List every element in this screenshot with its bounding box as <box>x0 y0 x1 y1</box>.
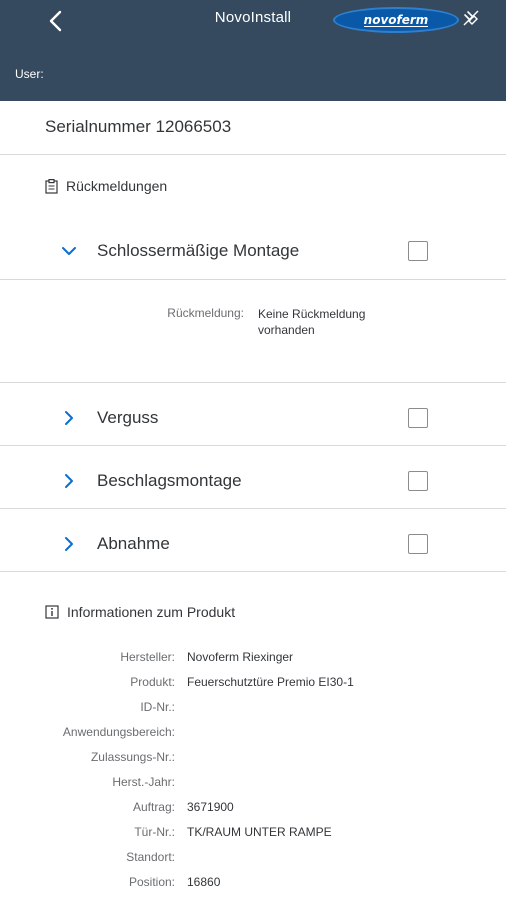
feedback-detail-key: Rückmeldung: <box>167 306 244 320</box>
info-row-position: Position: 16860 <box>0 875 506 900</box>
feedback-item-verguss[interactable]: Verguss <box>0 387 506 449</box>
feedback-section-header: Rückmeldungen <box>45 178 167 194</box>
feedback-item-checkbox[interactable] <box>408 534 428 554</box>
feedback-item-label: Abnahme <box>97 534 170 553</box>
novoferm-logo: novoferm <box>333 7 459 33</box>
info-row-hersteller: Hersteller: Novoferm Riexinger <box>0 650 506 675</box>
info-value: TK/RAUM UNTER RAMPE <box>187 825 332 839</box>
product-info-list: Hersteller: Novoferm Riexinger Produkt: … <box>0 650 506 900</box>
feedback-item-abnahme[interactable]: Abnahme <box>0 513 506 575</box>
feedback-item-schlossermaessige-montage[interactable]: Schlossermäßige Montage <box>0 220 506 282</box>
feedback-item-label: Beschlagsmontage <box>97 471 242 490</box>
info-key: Herst.-Jahr: <box>112 775 175 789</box>
info-row-anwendungsbereich: Anwendungsbereich: <box>0 725 506 750</box>
offline-sync-button[interactable] <box>462 9 480 27</box>
info-key: Zulassungs-Nr.: <box>90 750 175 764</box>
logo-text: novoferm <box>363 12 429 27</box>
feedback-item-label: Verguss <box>97 408 159 427</box>
feedback-item-checkbox[interactable] <box>408 408 428 428</box>
info-value: 16860 <box>187 875 221 889</box>
serial-number: Serialnummer 12066503 <box>45 117 232 136</box>
chevron-down-icon[interactable] <box>61 243 77 259</box>
divider <box>0 154 506 155</box>
clipboard-icon <box>45 178 58 194</box>
chevron-right-icon[interactable] <box>61 536 77 552</box>
product-section-title: Informationen zum Produkt <box>67 604 236 620</box>
info-row-id-nr: ID-Nr.: <box>0 700 506 725</box>
divider <box>0 508 506 509</box>
feedback-item-checkbox[interactable] <box>408 471 428 491</box>
info-value: 3671900 <box>187 800 234 814</box>
user-label: User: <box>15 67 44 81</box>
info-value: Feuerschutztüre Premio EI30-1 <box>187 675 354 689</box>
info-row-zulassungs-nr: Zulassungs-Nr.: <box>0 750 506 775</box>
chevron-right-icon[interactable] <box>61 473 77 489</box>
info-key: Produkt: <box>130 675 175 689</box>
info-key: Tür-Nr.: <box>134 825 175 839</box>
info-row-auftrag: Auftrag: 3671900 <box>0 800 506 825</box>
info-row-herst-jahr: Herst.-Jahr: <box>0 775 506 800</box>
info-key: Standort: <box>126 850 175 864</box>
chevron-right-icon[interactable] <box>61 410 77 426</box>
info-key: Anwendungsbereich: <box>62 725 175 739</box>
feedback-item-checkbox[interactable] <box>408 241 428 261</box>
divider <box>0 279 506 280</box>
divider <box>0 571 506 572</box>
disconnected-icon <box>463 10 479 26</box>
info-key: Position: <box>128 875 175 889</box>
divider <box>0 382 506 383</box>
feedback-detail-value: Keine Rückmeldung vorhanden <box>258 307 366 337</box>
info-key: Hersteller: <box>120 650 175 664</box>
product-section-header: Informationen zum Produkt <box>45 604 235 620</box>
feedback-section-title: Rückmeldungen <box>66 178 168 194</box>
info-key: ID-Nr.: <box>140 700 175 714</box>
info-row-tuer-nr: Tür-Nr.: TK/RAUM UNTER RAMPE <box>0 825 506 850</box>
divider <box>0 445 506 446</box>
feedback-item-label: Schlossermäßige Montage <box>97 241 300 260</box>
info-key: Auftrag: <box>132 800 175 814</box>
info-value: Novoferm Riexinger <box>187 650 294 664</box>
feedback-item-beschlagsmontage[interactable]: Beschlagsmontage <box>0 450 506 512</box>
info-row-produkt: Produkt: Feuerschutztüre Premio EI30-1 <box>0 675 506 700</box>
info-icon <box>45 605 59 619</box>
info-row-standort: Standort: <box>0 850 506 875</box>
app-header: NovoInstall novoferm User: <box>0 0 506 101</box>
